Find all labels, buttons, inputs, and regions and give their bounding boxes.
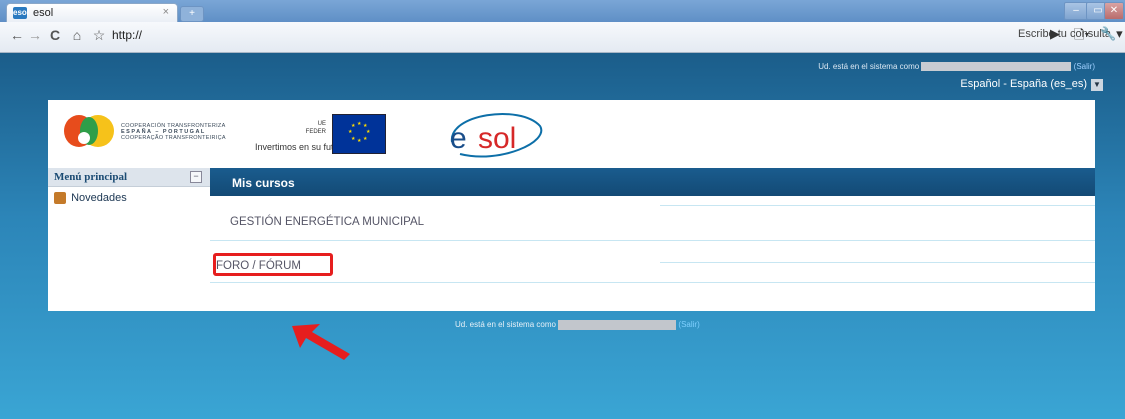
eu-flag-icon: ★ ★ ★ ★ ★ ★ ★ ★ [332, 114, 386, 154]
login-info-bottom: Ud. está en el sistema como (Salir) [455, 320, 700, 330]
search-input[interactable]: Escribe tu consulta [1018, 28, 1111, 40]
main-menu-header: Menú principal − [48, 168, 210, 187]
svg-text:sol: sol [478, 122, 516, 155]
tab-title: esol [33, 7, 54, 19]
my-courses-block: Mis cursos GESTIÓN ENERGÉTICA MUNICIPAL … [210, 168, 1095, 311]
close-tab-icon[interactable]: × [163, 6, 169, 18]
my-courses-header: Mis cursos [210, 168, 1095, 196]
login-text: Ud. está en el sistema como [818, 62, 920, 71]
svg-text:e: e [450, 122, 467, 155]
svg-text:★: ★ [363, 136, 368, 142]
my-courses-title: Mis cursos [232, 176, 295, 190]
new-tab-button[interactable]: + [180, 6, 204, 22]
course-link-gestion[interactable]: GESTIÓN ENERGÉTICA MUNICIPAL [230, 216, 424, 228]
divider [210, 240, 1095, 241]
annotation-arrow-icon [292, 324, 350, 360]
logout-link[interactable]: (Salir) [1074, 62, 1095, 71]
page-menu-icon[interactable]: 🗋▾ [1074, 26, 1089, 48]
svg-text:★: ★ [357, 121, 362, 127]
main-menu-block: Menú principal − Novedades [48, 168, 210, 311]
svg-text:★: ★ [366, 129, 371, 135]
login-info-top: Ud. está en el sistema como (Salir) [818, 62, 1095, 72]
username-redacted [921, 62, 1072, 72]
site-container: COOPERACIÓN TRANSFRONTERIZA ESPAÑA – POR… [48, 100, 1095, 311]
page-background: Ud. está en el sistema como (Salir) Espa… [0, 53, 1125, 419]
browser-toolbar: ← → C ⌂ ☆ http:// Escribe tu consulta ▶ … [0, 22, 1125, 53]
divider [660, 262, 1095, 263]
browser-tab-strip: esol esol × + – ▭ ✕ [0, 0, 1125, 23]
svg-text:★: ★ [351, 123, 356, 129]
collapse-icon[interactable]: − [190, 171, 202, 183]
reload-icon[interactable]: C [46, 27, 64, 43]
esol-logo: e sol [450, 113, 543, 158]
cooperation-text: COOPERACIÓN TRANSFRONTERIZA ESPAÑA – POR… [121, 123, 226, 141]
wrench-icon[interactable]: 🔧▾ [1100, 26, 1123, 42]
annotation-highlight-box [213, 253, 333, 276]
language-selector[interactable]: Español - España (es_es) [960, 78, 1087, 90]
chevron-down-icon[interactable]: ▼ [1091, 79, 1103, 91]
minimize-button[interactable]: – [1064, 2, 1088, 20]
svg-text:★: ★ [348, 129, 353, 135]
forum-icon [54, 192, 66, 205]
address-bar[interactable]: http:// [112, 25, 882, 45]
svg-text:★: ★ [351, 136, 356, 142]
divider [660, 205, 1095, 206]
close-window-button[interactable]: ✕ [1104, 2, 1124, 20]
sidebar-item-novedades[interactable]: Novedades [54, 192, 127, 205]
main-menu-title: Menú principal [54, 171, 128, 183]
divider [210, 282, 1095, 283]
cooperation-logo [64, 115, 114, 147]
star-icon[interactable]: ☆ [90, 27, 108, 44]
forward-arrow-icon[interactable]: → [26, 27, 44, 43]
play-icon[interactable]: ▶ [1050, 26, 1060, 42]
back-arrow-icon[interactable]: ← [8, 27, 26, 43]
logout-link[interactable]: (Salir) [678, 320, 699, 329]
home-icon[interactable]: ⌂ [68, 27, 86, 43]
favicon: esol [13, 7, 30, 19]
feder-text: UE FEDER [305, 121, 326, 135]
svg-text:★: ★ [357, 138, 362, 144]
username-redacted [558, 320, 677, 330]
login-text: Ud. está en el sistema como [455, 320, 556, 330]
sidebar-item-label: Novedades [71, 192, 127, 204]
site-header: COOPERACIÓN TRANSFRONTERIZA ESPAÑA – POR… [48, 100, 1095, 168]
browser-tab[interactable]: esol esol × [6, 3, 178, 23]
